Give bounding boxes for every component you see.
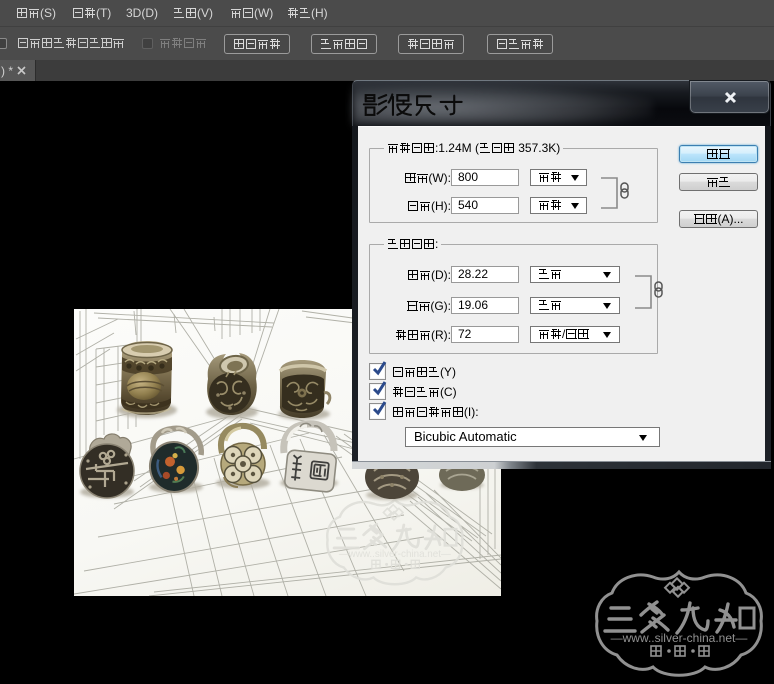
- svg-text:—www..silver-china.net—: —www..silver-china.net—: [611, 631, 748, 645]
